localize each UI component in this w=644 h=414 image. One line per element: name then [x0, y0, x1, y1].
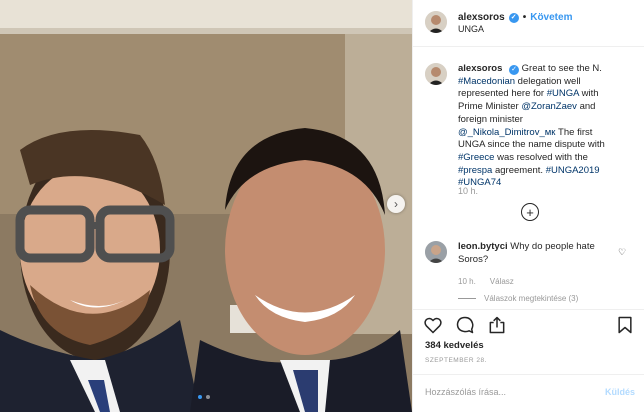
next-slide-button[interactable]: › — [387, 195, 405, 213]
post-photo[interactable]: › — [0, 0, 412, 412]
post-actions: 384 kedvelés SZEPTEMBER 28. Küldés — [413, 309, 644, 413]
caption-segment: agreement. — [492, 164, 546, 176]
caption-link[interactable]: #UNGA2019 — [546, 165, 600, 176]
verified-badge-icon: ✓ — [509, 65, 520, 75]
bookmark-icon[interactable] — [615, 315, 635, 335]
verified-badge-icon: ✓ — [508, 12, 519, 23]
caption-segment: Great to see the N. — [521, 63, 602, 74]
caption-link[interactable]: #prespa — [458, 165, 492, 176]
avatar[interactable] — [425, 11, 447, 33]
caption-text: alexsoros ✓ Great to see the N. #Macedon… — [458, 63, 618, 190]
location-link[interactable]: UNGA — [458, 24, 484, 34]
replies-divider — [458, 298, 476, 299]
header-username[interactable]: alexsoros — [458, 12, 505, 23]
comment-icon[interactable] — [455, 315, 475, 335]
photo-image — [0, 0, 412, 412]
comment-input[interactable] — [425, 387, 585, 397]
post-header: alexsoros ✓ • Követem UNGA — [413, 0, 644, 47]
avatar[interactable] — [425, 241, 447, 263]
comment-like-icon[interactable]: ♡ — [618, 247, 626, 258]
post-comment-button[interactable]: Küldés — [605, 387, 635, 397]
caption-link[interactable]: @ZoranZaev — [521, 101, 577, 112]
comment-timestamp: 10 h. — [458, 277, 476, 286]
chevron-right-icon: › — [394, 197, 398, 211]
plus-circle-icon: + — [526, 204, 534, 220]
comment-text: leon.bytyci Why do people hate Soros? — [458, 241, 608, 266]
reply-button[interactable]: Válasz — [490, 277, 514, 286]
likes-count[interactable]: 384 kedvelés — [425, 340, 484, 351]
post-date: SZEPTEMBER 28. — [425, 357, 487, 364]
carousel-dot-active — [198, 395, 202, 399]
caption-segment: was resolved with the — [494, 151, 588, 163]
caption-timestamp: 10 h. — [458, 186, 479, 196]
share-icon[interactable] — [487, 315, 507, 335]
caption-link[interactable]: #UNGA — [547, 88, 579, 99]
view-replies-label: Válaszok megtekintése (3) — [484, 294, 579, 303]
carousel-indicator — [198, 395, 210, 399]
add-comment-section: Küldés — [413, 374, 644, 414]
view-replies-button[interactable]: Válaszok megtekintése (3) — [458, 294, 578, 303]
comment-username[interactable]: leon.bytyci — [458, 241, 508, 252]
caption-link[interactable]: @_Nikola_Dimitrov_мк — [458, 127, 555, 138]
header-separator: • — [522, 12, 527, 23]
avatar[interactable] — [425, 63, 447, 85]
caption-link[interactable]: #Greece — [458, 152, 494, 163]
post-side-panel: alexsoros ✓ • Követem UNGA alexsoros ✓ G… — [412, 0, 644, 412]
follow-button[interactable]: Követem — [530, 12, 572, 23]
caption-username[interactable]: alexsoros — [458, 63, 502, 74]
comment-meta: 10 h. Válasz — [458, 277, 514, 286]
caption-link[interactable]: #Macedonian — [458, 76, 515, 87]
heart-icon[interactable] — [423, 315, 443, 335]
carousel-dot — [206, 395, 210, 399]
caption-body: Great to see the N. #Macedonian delegati… — [458, 63, 605, 188]
load-more-comments-button[interactable]: + — [521, 203, 539, 221]
